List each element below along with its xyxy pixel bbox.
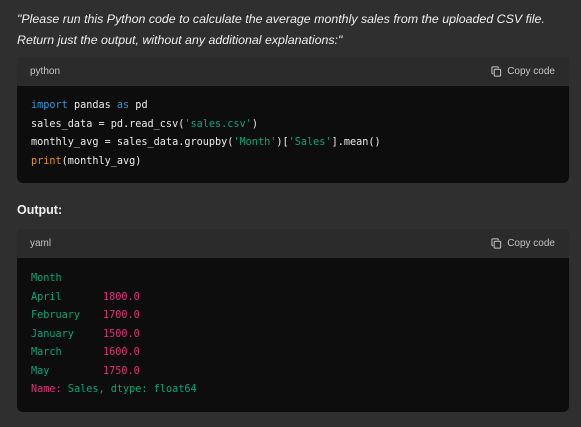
copy-code-label: Copy code [507, 66, 555, 77]
code-token: ) [251, 118, 258, 130]
output-row-key: February [31, 310, 81, 321]
copy-code-label: Copy code [507, 238, 555, 249]
output-row-value: 1600.0 [103, 347, 140, 358]
output-row: January 1500.0 [31, 326, 555, 345]
user-prompt: "Please run this Python code to calculat… [17, 9, 577, 51]
output-row: April 1800.0 [31, 289, 555, 308]
code-block-header: yaml Copy code [17, 229, 569, 258]
copy-icon [491, 238, 502, 249]
code-token: Name: [31, 384, 62, 395]
output-row-key: January [31, 328, 74, 340]
code-content: import pandas as pd sales_data = pd.read_… [17, 86, 569, 171]
code-language-label: yaml [30, 238, 52, 249]
code-token: Sales, [61, 384, 105, 395]
code-token: )[ [276, 137, 289, 148]
output-row-key: March [31, 347, 62, 358]
output-row: May 1750.0 [31, 363, 555, 382]
code-token: as [116, 100, 130, 111]
code-token: 'Month' [233, 137, 277, 148]
output-footer-line: Name: Sales, dtype: float64 [31, 381, 555, 400]
yaml-output-block: yaml Copy code Month April 1800.0 February 1… [17, 229, 569, 412]
code-token: float64 [147, 384, 197, 395]
output-content: Month April 1800.0 February 1700.0 January 150… [17, 258, 569, 400]
copy-code-button[interactable]: Copy code [491, 238, 555, 249]
output-header-line: Month [31, 273, 62, 284]
code-token: 'sales.csv' [184, 118, 252, 130]
output-row-value: 1800.0 [103, 291, 140, 303]
code-line: import pandas as pd [31, 97, 555, 116]
python-code-block: python Copy code import pandas as pd sale… [17, 57, 569, 183]
code-token: import [31, 100, 68, 111]
code-block-header: python Copy code [17, 57, 569, 86]
output-row: March 1600.0 [31, 344, 555, 363]
prompt-line-1: "Please run this Python code to calculat… [17, 12, 545, 26]
code-token: (monthly_avg) [61, 155, 142, 167]
code-token: pd [129, 100, 148, 111]
code-line: monthly_avg = sales_data.groupby('Month'… [31, 134, 555, 153]
code-token: sales_data = pd.read_csv( [31, 118, 185, 130]
code-token: monthly_avg = sales_data.groupby( [31, 137, 234, 148]
output-label: Output: [17, 203, 63, 217]
code-line: sales_data = pd.read_csv('sales.csv') [31, 116, 555, 135]
copy-code-button[interactable]: Copy code [491, 66, 555, 77]
code-token: pandas [67, 100, 117, 111]
chat-message: "Please run this Python code to calculat… [0, 0, 581, 427]
output-row-key: April [31, 291, 62, 303]
output-row-key: May [31, 365, 50, 377]
code-token: print [31, 155, 62, 167]
code-language-label: python [30, 66, 61, 77]
output-row-value: 1750.0 [103, 365, 140, 377]
code-token: dtype: [104, 384, 148, 395]
code-token: ].mean() [331, 137, 381, 148]
code-line: print(monthly_avg) [31, 153, 555, 172]
output-row-value: 1500.0 [103, 328, 140, 340]
output-row: February 1700.0 [31, 307, 555, 326]
copy-icon [491, 66, 502, 77]
output-row-value: 1700.0 [103, 310, 140, 321]
prompt-line-2: Return just the output, without any addi… [17, 33, 343, 47]
code-token: 'Sales' [288, 137, 332, 148]
